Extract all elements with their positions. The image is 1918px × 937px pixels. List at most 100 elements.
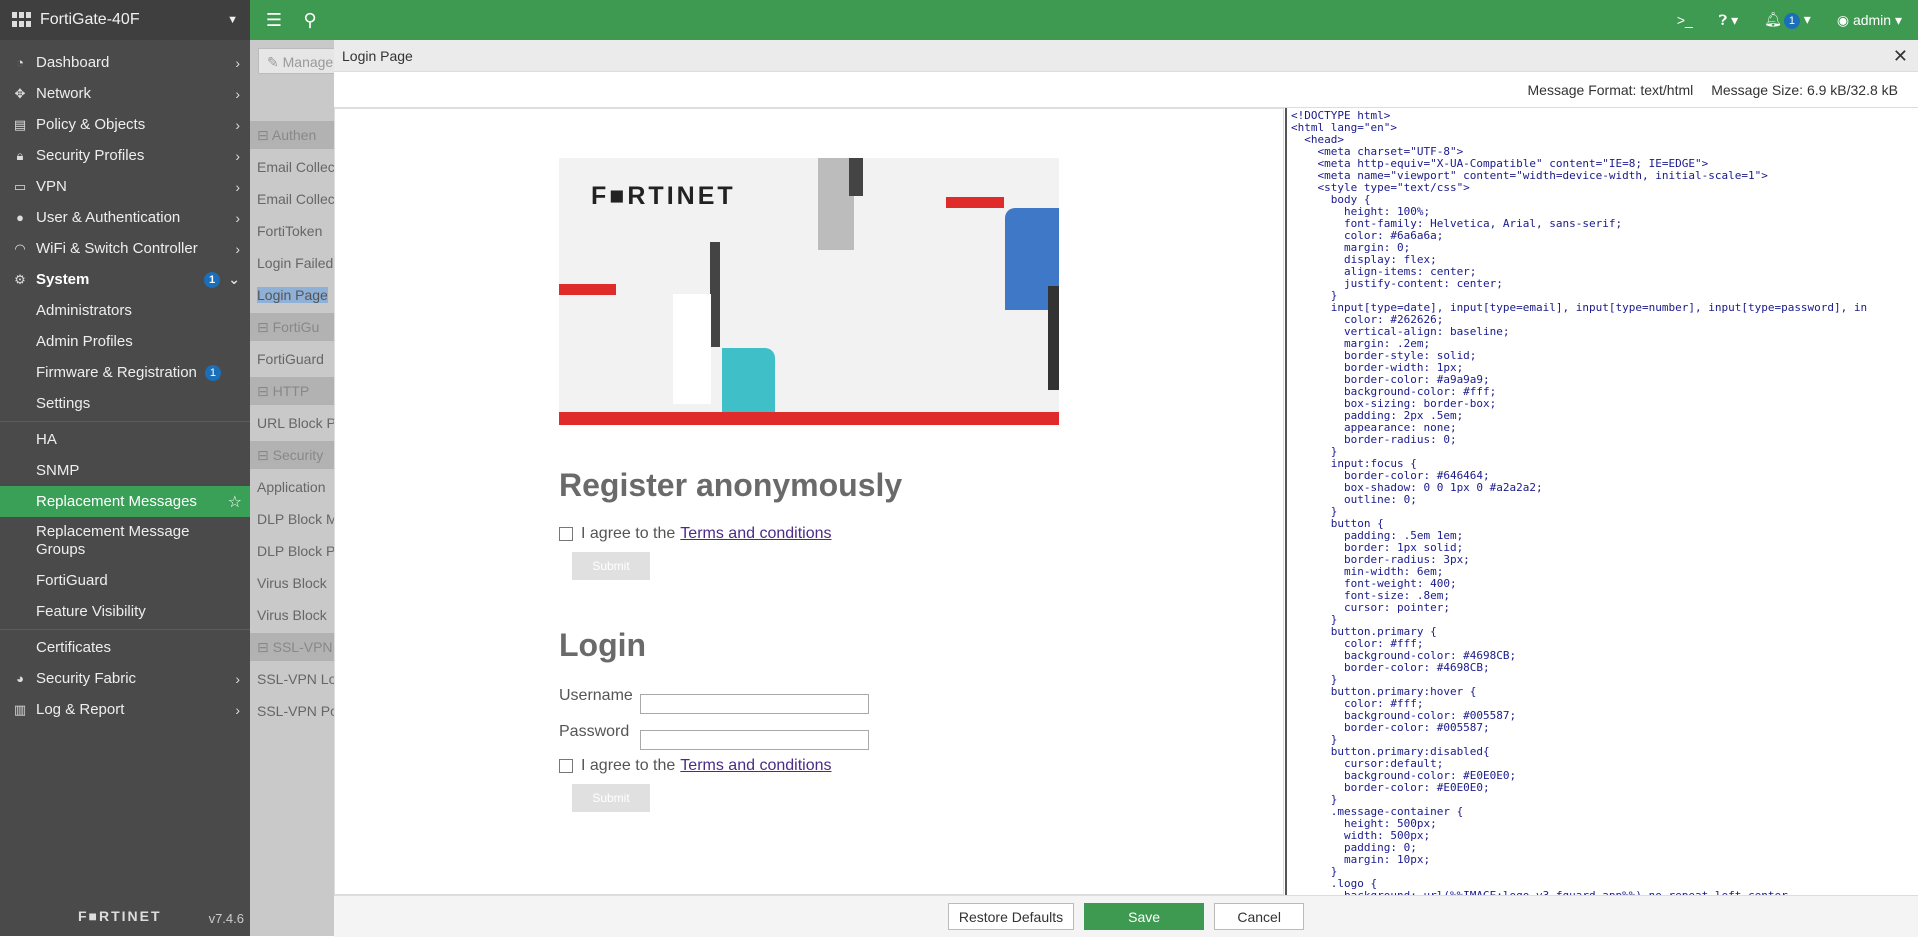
menu-icon[interactable]: ☰	[262, 10, 286, 31]
message-size: Message Size: 6.9 kB/32.8 kB	[1711, 81, 1898, 98]
group-row: ⊟ SSL-VPN	[250, 633, 335, 661]
cancel-button[interactable]: Cancel	[1214, 903, 1305, 930]
nav-user-authentication[interactable]: ● User & Authentication ›	[0, 202, 250, 233]
nav-label: User & Authentication	[36, 209, 181, 226]
nav-policy-objects[interactable]: ▤ Policy & Objects ›	[0, 109, 250, 140]
gear-icon: ⚙	[14, 271, 26, 287]
row-label: Security	[272, 447, 324, 463]
nav-network[interactable]: ✥ Network ›	[0, 78, 250, 109]
policy-icon: ▤	[13, 116, 27, 132]
nav-label: Feature Visibility	[36, 603, 146, 620]
cli-console-icon[interactable]: >_	[1677, 12, 1693, 28]
login-terms-checkbox[interactable]: I agree to the Terms and conditions	[559, 757, 831, 775]
nav-replacement-message-groups[interactable]: Replacement Message Groups	[0, 517, 250, 565]
username-label: Username	[559, 687, 633, 704]
code-line: outline: 0;	[1291, 493, 1417, 506]
table-row: FortiToken	[250, 217, 335, 245]
row-label: URL Block P	[257, 415, 335, 431]
row-label: Application	[257, 479, 326, 495]
nav-label: Security Fabric	[36, 670, 137, 687]
terms-link[interactable]: Terms and conditions	[680, 757, 831, 775]
table-row: DLP Block P	[250, 537, 335, 565]
nav-feature-visibility[interactable]: Feature Visibility	[0, 596, 250, 627]
nav-security-profiles[interactable]: 🔒︎ Security Profiles ›	[0, 140, 250, 171]
nav-dashboard[interactable]: ◔ Dashboard ›	[0, 47, 250, 78]
help-icon[interactable]: ❓︎ ▾	[1719, 12, 1738, 29]
username-input[interactable]	[640, 694, 869, 714]
nav-ha[interactable]: HA	[0, 424, 250, 455]
code-line: <style type="text/css">	[1291, 181, 1470, 194]
row-label: DLP Block P	[257, 543, 335, 559]
row-label: SSL-VPN Po	[257, 703, 335, 719]
nav-wifi-switch[interactable]: ◠ WiFi & Switch Controller ›	[0, 233, 250, 264]
nav-security-fabric[interactable]: ◕ Security Fabric ›	[0, 663, 250, 694]
checkbox[interactable]	[559, 527, 573, 541]
notifications-button[interactable]: 🔔︎ 1 ▾	[1764, 11, 1811, 29]
chart-icon: ▥	[13, 701, 27, 717]
chevron-right-icon: ›	[235, 85, 240, 102]
table-row: Email Collec	[250, 185, 335, 213]
nav-label: Replacement Message Groups	[36, 523, 190, 558]
row-label: Login Failed	[257, 255, 334, 271]
table-row: Application	[250, 473, 335, 501]
row-label: Email Collec	[257, 191, 335, 207]
chevron-right-icon: ›	[235, 178, 240, 195]
nav-system[interactable]: ⚙ System 1 ⌄	[0, 264, 250, 295]
nav-label: Settings	[36, 395, 91, 412]
nav-vpn[interactable]: ▭ VPN ›	[0, 171, 250, 202]
checkbox[interactable]	[559, 759, 573, 773]
save-button[interactable]: Save	[1084, 903, 1205, 930]
nav-log-report[interactable]: ▥ Log & Report ›	[0, 694, 250, 725]
divider	[0, 421, 250, 422]
nav-firmware-registration[interactable]: Firmware & Registration 1	[0, 357, 250, 388]
version-label: v7.4.6	[208, 910, 244, 926]
nav-label: Admin Profiles	[36, 333, 133, 350]
terms-link[interactable]: Terms and conditions	[680, 525, 831, 543]
login-submit-button[interactable]: Submit	[572, 784, 650, 812]
search-icon[interactable]: ⚲	[298, 10, 322, 31]
notification-badge: 1	[1783, 13, 1800, 29]
nav-certificates[interactable]: Certificates	[0, 632, 250, 663]
nav-label: Certificates	[36, 639, 112, 656]
nav-administrators[interactable]: Administrators	[0, 295, 250, 326]
code-line: cursor: pointer;	[1291, 601, 1450, 614]
nav-label: Policy & Objects	[36, 116, 146, 133]
nav-admin-profiles[interactable]: Admin Profiles	[0, 326, 250, 357]
chevron-right-icon: ›	[235, 209, 240, 226]
table-row: FortiGuard	[250, 345, 335, 373]
close-icon[interactable]: ✕	[1893, 46, 1908, 67]
nav-label: System	[36, 271, 90, 288]
register-submit-button[interactable]: Submit	[572, 552, 650, 580]
row-label: FortiToken	[257, 223, 323, 239]
code-line: border-color: #005587;	[1291, 721, 1490, 734]
nav-settings[interactable]: Settings	[0, 388, 250, 419]
chevron-right-icon: ›	[235, 116, 240, 133]
restore-defaults-button[interactable]: Restore Defaults	[947, 903, 1075, 930]
star-icon[interactable]: ☆	[228, 492, 242, 512]
manage-label: Manage	[282, 54, 334, 70]
dashboard-icon: ◔	[16, 55, 24, 70]
nav-label: Security Profiles	[36, 147, 145, 164]
table-row: SSL-VPN Po	[250, 697, 335, 725]
nav-snmp[interactable]: SNMP	[0, 455, 250, 486]
top-bar: ☰ ⚲ >_ ❓︎ ▾ 🔔︎ 1 ▾ ◉ admin ▾	[250, 0, 1918, 40]
nav-label: Replacement Messages	[36, 493, 197, 510]
register-terms-checkbox[interactable]: I agree to the Terms and conditions	[559, 525, 831, 543]
lock-icon: 🔒︎	[16, 147, 24, 163]
nav-fortiguard[interactable]: FortiGuard	[0, 565, 250, 596]
device-selector[interactable]: FortiGate-40F ▼	[0, 0, 250, 40]
chevron-right-icon: ›	[235, 147, 240, 164]
group-row: ⊟ FortiGu	[250, 313, 335, 341]
user-menu[interactable]: ◉ admin ▾	[1837, 12, 1902, 29]
group-row: ⊟ HTTP	[250, 377, 335, 405]
html-code-editor[interactable]: <!DOCTYPE html> <html lang="en"> <head> <…	[1285, 108, 1918, 895]
row-label: HTTP	[272, 383, 310, 399]
password-input[interactable]	[640, 730, 869, 750]
background-page: ✎ Manage ⊟ Authen Email Collec Email Col…	[250, 40, 335, 936]
chevron-right-icon: ›	[235, 670, 240, 687]
fortigate-device-icon	[12, 12, 32, 28]
code-line: border-color: #E0E0E0;	[1291, 781, 1490, 794]
banner-decoration	[946, 197, 1004, 208]
nav-label: SNMP	[36, 462, 80, 479]
nav-replacement-messages[interactable]: Replacement Messages ☆	[0, 486, 250, 517]
